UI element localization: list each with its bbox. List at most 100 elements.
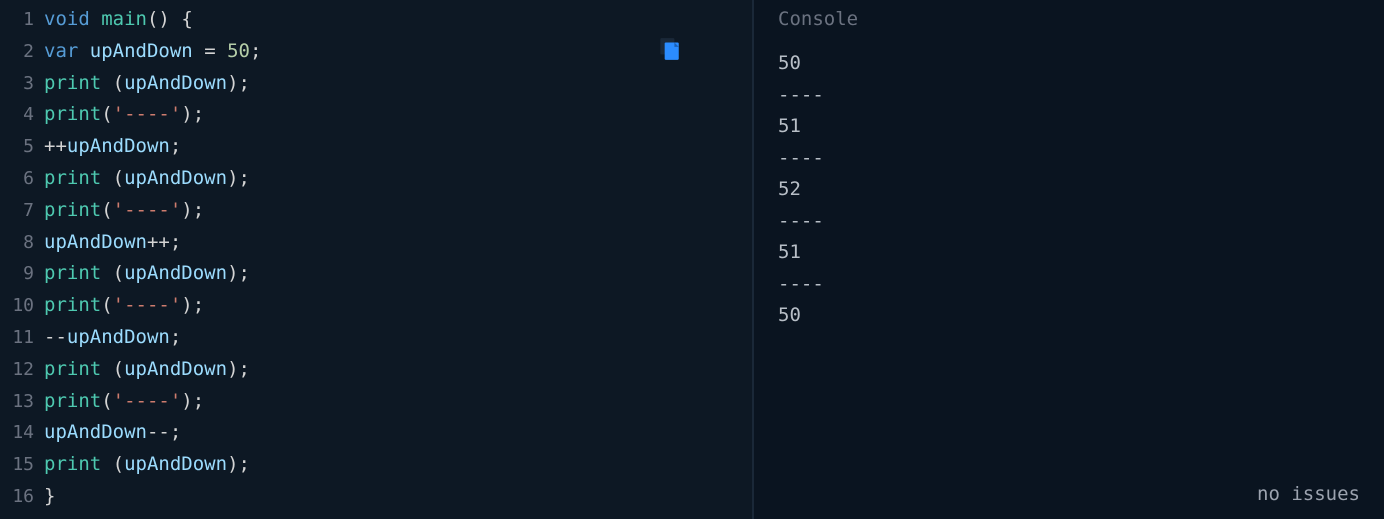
line-number: 3 xyxy=(0,68,44,100)
token-func: print xyxy=(44,262,101,284)
token-keyword: var xyxy=(44,40,78,62)
console-line: 50 xyxy=(778,300,1384,332)
token-punct: ); xyxy=(181,103,204,125)
token-punct: ); xyxy=(181,199,204,221)
token-ident2: upAndDown xyxy=(124,262,227,284)
line-content[interactable]: print (upAndDown); xyxy=(44,354,250,386)
token-ident2: upAndDown xyxy=(124,453,227,475)
token-punct: ++ xyxy=(44,135,67,157)
line-content[interactable]: void main() { xyxy=(44,4,193,36)
token-punct: () xyxy=(147,8,170,30)
line-content[interactable]: print('----'); xyxy=(44,99,204,131)
code-line[interactable]: 13print('----'); xyxy=(0,386,752,418)
code-editor-pane[interactable]: 1void main() {2var upAndDown = 50;3print… xyxy=(0,0,752,519)
code-line[interactable]: 5++upAndDown; xyxy=(0,131,752,163)
line-content[interactable]: ++upAndDown; xyxy=(44,131,181,163)
line-content[interactable]: } xyxy=(44,481,55,513)
token-plain xyxy=(101,358,112,380)
token-func: print xyxy=(44,199,101,221)
console-line: 51 xyxy=(778,111,1384,143)
token-plain xyxy=(101,262,112,284)
token-punct: -- xyxy=(44,326,67,348)
console-line: 51 xyxy=(778,237,1384,269)
token-punct: ( xyxy=(113,262,124,284)
token-punct: ); xyxy=(227,453,250,475)
line-number: 2 xyxy=(0,36,44,68)
line-content[interactable]: print (upAndDown); xyxy=(44,68,250,100)
code-line[interactable]: 10print('----'); xyxy=(0,290,752,322)
token-plain xyxy=(193,40,204,62)
line-content[interactable]: print('----'); xyxy=(44,386,204,418)
code-line[interactable]: 7print('----'); xyxy=(0,195,752,227)
line-number: 12 xyxy=(0,354,44,386)
token-punct: ; xyxy=(170,135,181,157)
console-line: ---- xyxy=(778,143,1384,175)
line-content[interactable]: print (upAndDown); xyxy=(44,258,250,290)
token-punct: ); xyxy=(181,294,204,316)
code-lines-container[interactable]: 1void main() {2var upAndDown = 50;3print… xyxy=(0,4,752,513)
code-line[interactable]: 16} xyxy=(0,481,752,513)
console-pane: Console 50----51----52----51----50 no is… xyxy=(752,0,1384,519)
token-punct: = xyxy=(204,40,215,62)
token-string: '----' xyxy=(113,390,182,412)
token-func: print xyxy=(44,72,101,94)
line-number: 10 xyxy=(0,290,44,322)
token-func: print xyxy=(44,294,101,316)
token-punct: ); xyxy=(227,167,250,189)
line-content[interactable]: upAndDown--; xyxy=(44,417,181,449)
console-line: 50 xyxy=(778,48,1384,80)
token-number: 50 xyxy=(227,40,250,62)
line-content[interactable]: print (upAndDown); xyxy=(44,163,250,195)
line-number: 7 xyxy=(0,195,44,227)
code-line[interactable]: 11--upAndDown; xyxy=(0,322,752,354)
line-number: 4 xyxy=(0,99,44,131)
token-punct: ( xyxy=(101,390,112,412)
console-output: 50----51----52----51----50 xyxy=(778,48,1384,519)
token-punct: ); xyxy=(227,72,250,94)
token-punct: } xyxy=(44,485,55,507)
line-content[interactable]: var upAndDown = 50; xyxy=(44,36,261,68)
token-punct: ); xyxy=(181,390,204,412)
token-punct: ); xyxy=(227,358,250,380)
console-line: ---- xyxy=(778,269,1384,301)
token-ident2: upAndDown xyxy=(124,167,227,189)
token-func: print xyxy=(44,453,101,475)
code-line[interactable]: 15print (upAndDown); xyxy=(0,449,752,481)
line-content[interactable]: upAndDown++; xyxy=(44,227,181,259)
line-content[interactable]: print('----'); xyxy=(44,290,204,322)
token-string: '----' xyxy=(113,103,182,125)
code-line[interactable]: 14upAndDown--; xyxy=(0,417,752,449)
code-line[interactable]: 1void main() { xyxy=(0,4,752,36)
line-content[interactable]: print (upAndDown); xyxy=(44,449,250,481)
code-line[interactable]: 8upAndDown++; xyxy=(0,227,752,259)
console-line: ---- xyxy=(778,206,1384,238)
console-line: ---- xyxy=(778,80,1384,112)
token-punct: ; xyxy=(170,326,181,348)
code-line[interactable]: 4print('----'); xyxy=(0,99,752,131)
code-line[interactable]: 2var upAndDown = 50; xyxy=(0,36,752,68)
line-number: 13 xyxy=(0,386,44,418)
token-punct: ( xyxy=(113,358,124,380)
line-content[interactable]: print('----'); xyxy=(44,195,204,227)
code-line[interactable]: 6print (upAndDown); xyxy=(0,163,752,195)
token-string: '----' xyxy=(113,294,182,316)
line-content[interactable]: --upAndDown; xyxy=(44,322,181,354)
line-number: 1 xyxy=(0,4,44,36)
token-punct: ( xyxy=(101,103,112,125)
line-number: 8 xyxy=(0,227,44,259)
line-number: 9 xyxy=(0,258,44,290)
token-plain xyxy=(170,8,181,30)
line-number: 6 xyxy=(0,163,44,195)
token-plain xyxy=(101,167,112,189)
code-line[interactable]: 12print (upAndDown); xyxy=(0,354,752,386)
code-line[interactable]: 3print (upAndDown); xyxy=(0,68,752,100)
copy-icon xyxy=(656,36,682,62)
line-number: 14 xyxy=(0,417,44,449)
line-number: 15 xyxy=(0,449,44,481)
code-line[interactable]: 9print (upAndDown); xyxy=(0,258,752,290)
token-punct: ( xyxy=(113,453,124,475)
console-line: 52 xyxy=(778,174,1384,206)
token-punct: { xyxy=(181,8,192,30)
token-ident2: upAndDown xyxy=(124,72,227,94)
copy-button[interactable] xyxy=(656,36,682,62)
